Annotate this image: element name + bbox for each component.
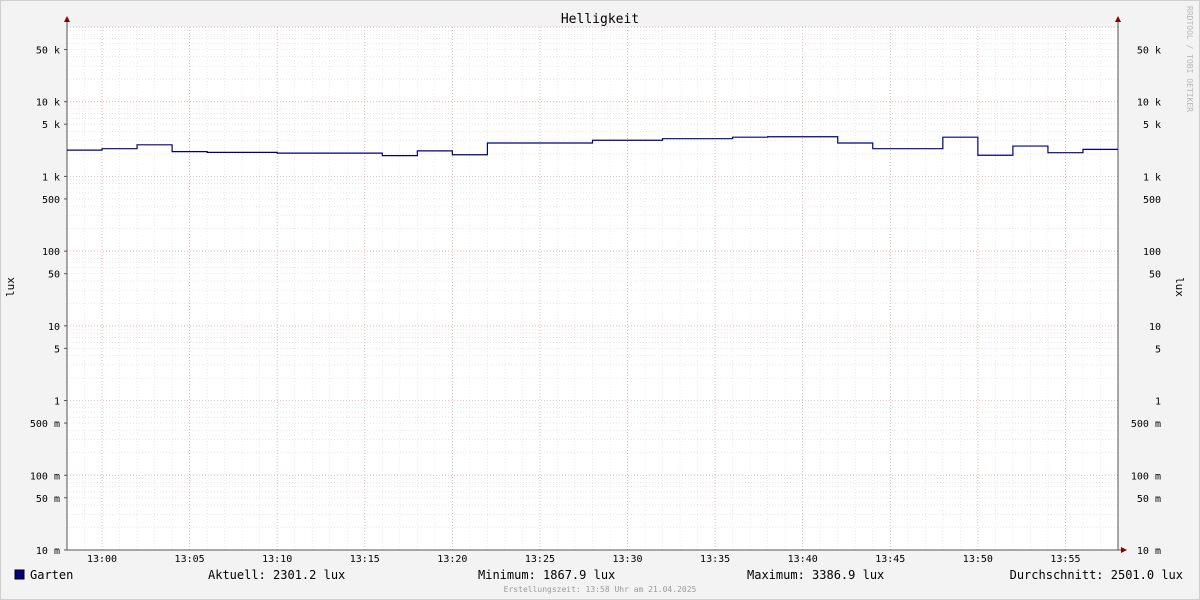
x-tick-label: 13:35 [700,554,730,565]
x-tick-label: 13:10 [262,554,292,565]
y-tick-label-left: 500 m [30,419,60,430]
y-tick-label-right: 50 m [1137,494,1161,505]
y-tick-label-right: 10 k [1137,98,1161,109]
y-tick-label-right: 50 k [1137,45,1161,56]
y-tick-label-left: 50 [48,270,60,281]
y-tick-label-right: 1 k [1143,172,1161,183]
x-tick-label: 13:40 [788,554,818,565]
y-tick-label-right: 10 m [1137,546,1161,557]
y-tick-label-left: 5 [54,344,60,355]
y-tick-label-left: 10 m [36,546,60,557]
y-tick-label-right: 50 [1149,270,1161,281]
watermark: RRDTOOL / TOBI OETIKER [1185,6,1194,112]
x-tick-label: 13:25 [525,554,555,565]
legend-series-name: Garten [30,568,73,582]
y-tick-label-right: 100 m [1131,471,1161,482]
y-tick-label-left: 10 [48,322,60,333]
y-tick-label-left: 100 [42,247,60,258]
y-tick-label-right: 5 [1155,344,1161,355]
x-tick-label: 13:20 [437,554,467,565]
legend-minimum: Minimum: 1867.9 lux [478,568,615,582]
x-tick-label: 13:45 [875,554,905,565]
legend-aktuell: Aktuell: 2301.2 lux [208,568,345,582]
y-axis-label-right: lux [1173,277,1186,297]
y-tick-label-left: 100 m [30,471,60,482]
y-axis-arrow-left [64,16,70,22]
legend-maximum: Maximum: 3386.9 lux [747,568,884,582]
x-tick-label: 13:05 [175,554,205,565]
legend-swatch [14,569,25,580]
y-tick-label-right: 100 [1143,247,1161,258]
footer-timestamp: Erstellungszeit: 13:58 Uhr am 21.04.2025 [504,585,697,594]
y-axis-arrow-right [1115,16,1121,22]
grid [66,26,1119,551]
x-tick-label: 13:00 [87,554,117,565]
y-tick-label-left: 50 m [36,494,60,505]
y-tick-label-left: 5 k [42,120,60,131]
y-tick-label-left: 1 [54,397,60,408]
x-axis-arrow [1121,547,1127,553]
legend-durchschnitt: Durchschnitt: 2501.0 lux [1010,568,1183,582]
y-tick-label-left: 500 [42,195,60,206]
chart-svg: 13:00 13:05 13:10 13:15 13:20 13:25 13:30 13:35… [4,6,1194,594]
y-tick-label-right: 500 [1143,195,1161,206]
chart-title: Helligkeit [561,12,639,27]
x-tick-label: 13:50 [963,554,993,565]
x-tick-label: 13:15 [350,554,380,565]
y-tick-label-right: 10 [1149,322,1161,333]
y-tick-label-right: 500 m [1131,419,1161,430]
y-tick-label-right: 5 k [1143,120,1161,131]
x-tick-label: 13:30 [612,554,642,565]
y-tick-label-left: 1 k [42,172,60,183]
y-tick-label-left: 50 k [36,45,60,56]
x-tick-label: 13:55 [1050,554,1080,565]
y-axis-label-left: lux [4,277,17,297]
y-tick-label-left: 10 k [36,98,60,109]
y-tick-label-right: 1 [1155,397,1161,408]
